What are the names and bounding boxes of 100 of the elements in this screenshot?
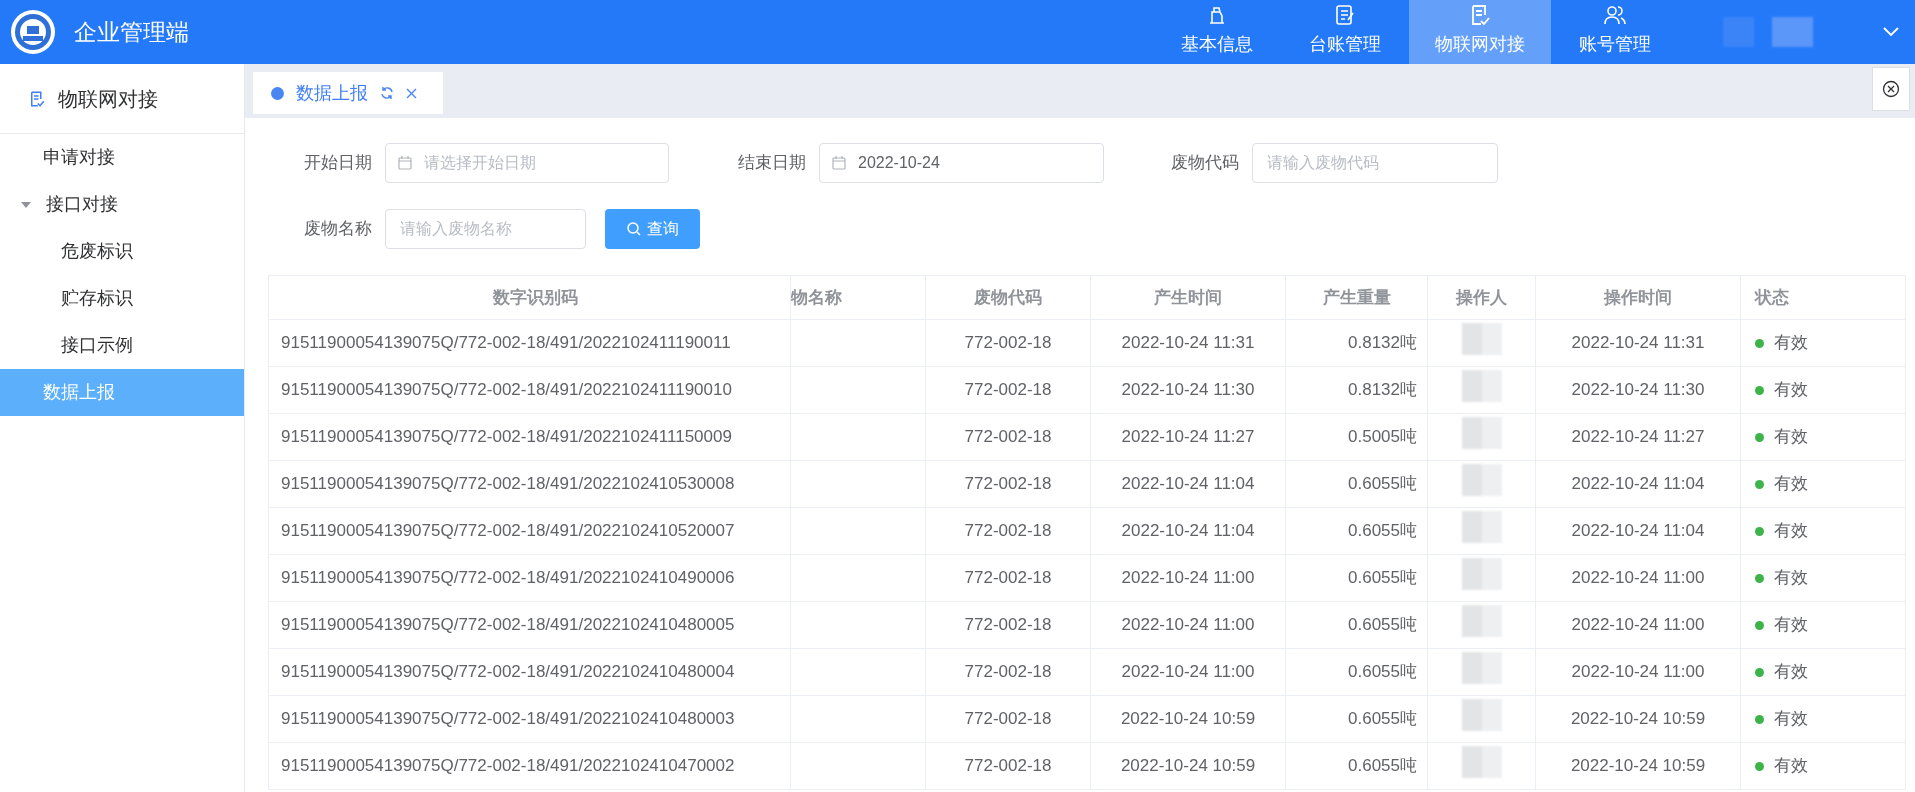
sidebar-item[interactable]: 接口示例 bbox=[0, 322, 244, 369]
redacted-operator bbox=[1461, 417, 1502, 450]
close-icon[interactable] bbox=[406, 87, 417, 99]
nav-tab[interactable]: 账号管理 bbox=[1551, 0, 1679, 64]
column-header: 操作时间 bbox=[1535, 275, 1741, 320]
table-cell: 2022-10-24 11:04 bbox=[1090, 460, 1286, 508]
ledger-icon bbox=[1333, 3, 1357, 27]
nav-tab[interactable]: 基本信息 bbox=[1153, 0, 1281, 64]
column-header: 数字识别码 bbox=[268, 275, 791, 320]
table-cell: 91511900054139075Q/772-002-18/491/2022102410480003 bbox=[268, 695, 791, 743]
table-cell: 91511900054139075Q/772-002-18/491/2022102410480004 bbox=[268, 648, 791, 696]
table-cell: 0.6055吨 bbox=[1285, 554, 1428, 602]
sidebar-title: 物联网对接 bbox=[58, 86, 158, 112]
tab-label: 数据上报 bbox=[296, 81, 368, 105]
calendar-icon bbox=[832, 156, 846, 170]
close-all-button[interactable] bbox=[1872, 67, 1910, 111]
column-header: 产生时间 bbox=[1090, 275, 1286, 320]
column-header: 物名称 bbox=[790, 275, 926, 320]
sidebar-item[interactable]: 贮存标识 bbox=[0, 275, 244, 322]
search-button[interactable]: 查询 bbox=[605, 209, 700, 249]
table-cell: 2022-10-24 11:04 bbox=[1535, 507, 1741, 555]
table-cell: 91511900054139075Q/772-002-18/491/2022102410520007 bbox=[268, 507, 791, 555]
status-text: 有效 bbox=[1774, 333, 1808, 353]
sidebar-item[interactable]: 危废标识 bbox=[0, 228, 244, 275]
table-cell: 2022-10-24 11:30 bbox=[1535, 366, 1741, 414]
table-cell: 0.6055吨 bbox=[1285, 742, 1428, 790]
table-cell: 2022-10-24 11:31 bbox=[1090, 319, 1286, 367]
table-cell: 2022-10-24 10:59 bbox=[1090, 695, 1286, 743]
status-text: 有效 bbox=[1774, 521, 1808, 541]
status-text: 有效 bbox=[1774, 380, 1808, 400]
redacted-operator bbox=[1461, 746, 1502, 779]
redacted-operator bbox=[1461, 558, 1502, 591]
table-cell: 2022-10-24 11:00 bbox=[1090, 601, 1286, 649]
sidebar-item-label: 接口对接 bbox=[46, 193, 118, 216]
status-text: 有效 bbox=[1774, 427, 1808, 447]
table-cell: 91511900054139075Q/772-002-18/491/2022102411190010 bbox=[268, 366, 791, 414]
table-cell: 2022-10-24 10:59 bbox=[1535, 695, 1741, 743]
table-cell: 2022-10-24 11:27 bbox=[1535, 413, 1741, 461]
filter-label: 开始日期 bbox=[303, 152, 373, 175]
table-cell: 91511900054139075Q/772-002-18/491/2022102410470002 bbox=[268, 742, 791, 790]
table-cell: 91511900054139075Q/772-002-18/491/2022102411150009 bbox=[268, 413, 791, 461]
sidebar-item[interactable]: 数据上报 bbox=[0, 369, 244, 416]
nav-tab[interactable]: 台账管理 bbox=[1281, 0, 1409, 64]
app-title: 企业管理端 bbox=[74, 17, 189, 47]
table-cell: 2022-10-24 11:00 bbox=[1535, 554, 1741, 602]
redacted-operator bbox=[1461, 370, 1502, 403]
table-cell: 2022-10-24 10:59 bbox=[1090, 742, 1286, 790]
status-text: 有效 bbox=[1774, 568, 1808, 588]
table-cell: 2022-10-24 11:30 bbox=[1090, 366, 1286, 414]
table-cell: 2022-10-24 10:59 bbox=[1535, 742, 1741, 790]
refresh-icon[interactable] bbox=[380, 86, 394, 100]
table-cell: 2022-10-24 11:04 bbox=[1090, 507, 1286, 555]
date-field[interactable]: 请选择开始日期 bbox=[385, 143, 669, 183]
status-text: 有效 bbox=[1774, 615, 1808, 635]
filter-label: 废物名称 bbox=[303, 218, 373, 241]
table-cell: 2022-10-24 11:27 bbox=[1090, 413, 1286, 461]
table-cell: 0.6055吨 bbox=[1285, 601, 1428, 649]
table-cell: 2022-10-24 11:31 bbox=[1535, 319, 1741, 367]
redacted-operator bbox=[1461, 464, 1502, 497]
close-circle-icon bbox=[1882, 80, 1900, 98]
redacted-operator bbox=[1461, 699, 1502, 732]
table-cell: 772-002-18 bbox=[925, 742, 1091, 790]
table-cell: 772-002-18 bbox=[925, 554, 1091, 602]
active-dot-icon bbox=[271, 86, 284, 100]
redacted-operator bbox=[1461, 605, 1502, 638]
column-header: 状态 bbox=[1740, 275, 1906, 320]
table-cell: 2022-10-24 11:00 bbox=[1090, 648, 1286, 696]
table-cell: 2022-10-24 11:00 bbox=[1535, 601, 1741, 649]
sidebar-group[interactable]: 接口对接 bbox=[0, 181, 244, 228]
table-cell: 0.6055吨 bbox=[1285, 695, 1428, 743]
table-cell: 772-002-18 bbox=[925, 648, 1091, 696]
table-cell: 772-002-18 bbox=[925, 460, 1091, 508]
date-field[interactable]: 2022-10-24 bbox=[819, 143, 1104, 183]
filter-label: 废物代码 bbox=[1170, 152, 1240, 175]
input-field[interactable]: 请输入废物名称 bbox=[385, 209, 586, 249]
sidebar-item[interactable]: 申请对接 bbox=[0, 134, 244, 181]
emblem-icon bbox=[10, 9, 56, 55]
table-cell: 772-002-18 bbox=[925, 366, 1091, 414]
table-cell: 91511900054139075Q/772-002-18/491/2022102410490006 bbox=[268, 554, 791, 602]
input-field[interactable]: 请输入废物代码 bbox=[1252, 143, 1498, 183]
page-tab[interactable]: 数据上报 bbox=[253, 72, 443, 114]
status-text: 有效 bbox=[1774, 662, 1808, 682]
table-cell: 772-002-18 bbox=[925, 507, 1091, 555]
status-text: 有效 bbox=[1774, 474, 1808, 494]
calendar-icon bbox=[398, 156, 412, 170]
table-cell: 0.8132吨 bbox=[1285, 366, 1428, 414]
table-cell: 2022-10-24 11:04 bbox=[1535, 460, 1741, 508]
column-header: 操作人 bbox=[1427, 275, 1536, 320]
table-cell: 0.6055吨 bbox=[1285, 648, 1428, 696]
column-header: 产生重量 bbox=[1285, 275, 1428, 320]
table-cell: 772-002-18 bbox=[925, 601, 1091, 649]
table-cell: 772-002-18 bbox=[925, 319, 1091, 367]
table-cell: 0.6055吨 bbox=[1285, 460, 1428, 508]
chevron-down-icon[interactable] bbox=[1883, 27, 1899, 37]
status-text: 有效 bbox=[1774, 756, 1808, 776]
users-icon bbox=[1603, 3, 1627, 27]
table-cell: 91511900054139075Q/772-002-18/491/2022102410530008 bbox=[268, 460, 791, 508]
redacted-operator bbox=[1461, 323, 1502, 356]
column-header: 废物代码 bbox=[925, 275, 1091, 320]
nav-tab[interactable]: 物联网对接 bbox=[1409, 0, 1551, 64]
